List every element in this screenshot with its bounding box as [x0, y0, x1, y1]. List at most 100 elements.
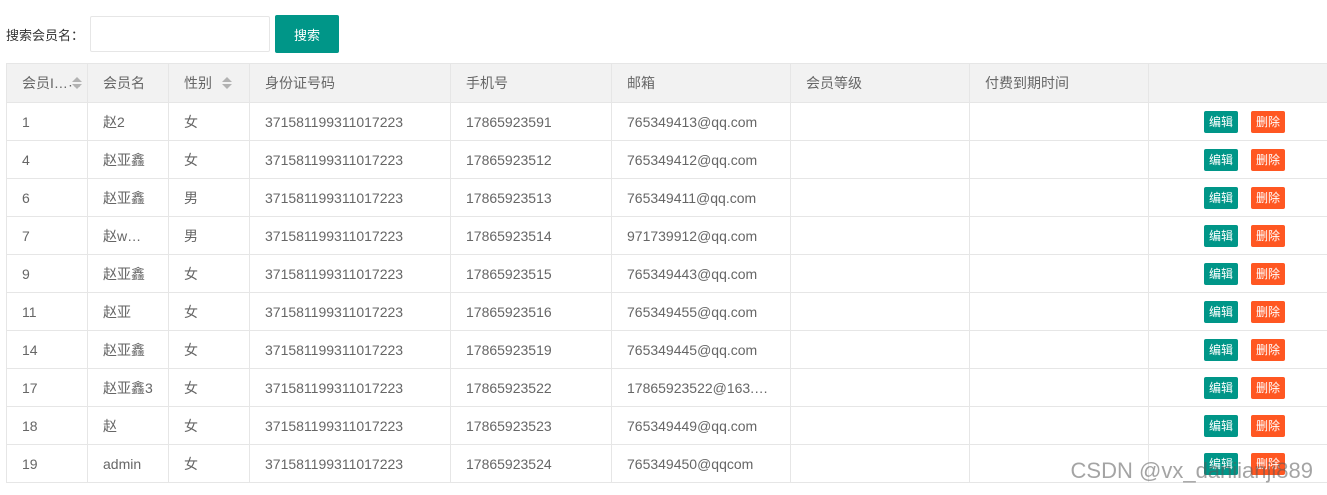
- column-header-email: 邮箱: [611, 63, 791, 103]
- edit-button[interactable]: 编辑: [1204, 110, 1239, 133]
- table-row: 14 赵亚鑫女 371581199311017223 17865923519 76534…: [6, 330, 1327, 369]
- cell-actions: 编辑 删除: [1148, 292, 1327, 331]
- cell-email: 765349450@qqcom: [611, 444, 791, 483]
- delete-button[interactable]: 删除: [1251, 414, 1286, 437]
- column-header-label: 身份证号码: [265, 75, 335, 91]
- delete-button[interactable]: 删除: [1251, 110, 1286, 133]
- edit-button[interactable]: 编辑: [1204, 148, 1239, 171]
- cell-actions: 编辑 删除: [1148, 102, 1327, 141]
- cell-phone: 17865923516: [450, 292, 612, 331]
- column-header-label: 会员I…: [22, 75, 68, 91]
- table-row: 19 admin 女 371581199311017223 17865923524 765…: [6, 444, 1327, 483]
- cell-phone: 17865923591: [450, 102, 612, 141]
- edit-button[interactable]: 编辑: [1204, 262, 1239, 285]
- cell-actions: 编辑 删除: [1148, 178, 1327, 217]
- cell-gender: 女: [168, 140, 250, 179]
- cell-id: 18: [6, 406, 88, 445]
- cell-gender: 女: [168, 368, 250, 407]
- cell-actions: 编辑 删除: [1148, 368, 1327, 407]
- row-actions: 编辑 删除: [1164, 262, 1286, 285]
- cell-id: 19: [6, 444, 88, 483]
- cell-id: 17: [6, 368, 88, 407]
- cell-email: 765349443@qq.com: [611, 254, 791, 293]
- cell-level: [790, 254, 970, 293]
- column-header-name: 会员名: [87, 63, 169, 103]
- delete-button[interactable]: 删除: [1251, 224, 1286, 247]
- cell-gender: 女: [168, 254, 250, 293]
- column-header-label: 邮箱: [627, 75, 655, 91]
- edit-button[interactable]: 编辑: [1204, 338, 1239, 361]
- cell-phone: 17865923514: [450, 216, 612, 255]
- table-row: 11 赵亚女 371581199311017223 17865923516 765349…: [6, 292, 1327, 331]
- cell-id: 6: [6, 178, 88, 217]
- edit-button[interactable]: 编辑: [1204, 300, 1239, 323]
- search-button[interactable]: 搜索: [275, 15, 340, 53]
- edit-button[interactable]: 编辑: [1204, 414, 1239, 437]
- cell-idcard: 371581199311017223: [249, 406, 451, 445]
- search-input[interactable]: [90, 16, 271, 52]
- row-actions: 编辑 删除: [1164, 224, 1286, 247]
- row-actions: 编辑 删除: [1164, 376, 1286, 399]
- cell-email: 765349411@qq.com: [611, 178, 791, 217]
- edit-button[interactable]: 编辑: [1204, 224, 1239, 247]
- cell-expire: [969, 444, 1149, 483]
- column-header-label: 会员名: [103, 75, 145, 91]
- cell-email: 17865923522@163.…: [611, 368, 791, 407]
- table-row: 1 赵2 女 371581199311017223 17865923591 7653494…: [6, 102, 1327, 141]
- column-header-actions: [1148, 63, 1327, 103]
- cell-level: [790, 292, 970, 331]
- cell-level: [790, 178, 970, 217]
- cell-gender: 女: [168, 330, 250, 369]
- cell-phone: 17865923523: [450, 406, 612, 445]
- delete-button[interactable]: 删除: [1251, 186, 1286, 209]
- sort-icon[interactable]: [222, 77, 232, 89]
- delete-button[interactable]: 删除: [1251, 452, 1286, 475]
- column-header-label: 付费到期时间: [985, 75, 1069, 91]
- delete-button[interactable]: 删除: [1251, 148, 1286, 171]
- cell-level: [790, 406, 970, 445]
- cell-expire: [969, 178, 1149, 217]
- member-table: 会员I… 会员名 性别 身份证号码 手机号 邮箱 会员等级 付费到期时间 1 赵2…: [6, 63, 1327, 483]
- column-header-label: 手机号: [466, 75, 508, 91]
- column-header-phone: 手机号: [450, 63, 612, 103]
- row-actions: 编辑 删除: [1164, 452, 1286, 475]
- cell-name: 赵亚鑫3: [87, 368, 169, 407]
- cell-id: 11: [6, 292, 88, 331]
- cell-actions: 编辑 删除: [1148, 330, 1327, 369]
- edit-button[interactable]: 编辑: [1204, 376, 1239, 399]
- column-header-id[interactable]: 会员I…: [6, 63, 88, 103]
- cell-idcard: 371581199311017223: [249, 254, 451, 293]
- cell-idcard: 371581199311017223: [249, 444, 451, 483]
- delete-button[interactable]: 删除: [1251, 376, 1286, 399]
- cell-idcard: 371581199311017223: [249, 140, 451, 179]
- cell-name: 赵: [87, 406, 169, 445]
- cell-email: 765349445@qq.com: [611, 330, 791, 369]
- edit-button[interactable]: 编辑: [1204, 452, 1239, 475]
- cell-name: 赵亚鑫: [87, 254, 169, 293]
- column-header-idcard: 身份证号码: [249, 63, 451, 103]
- cell-id: 9: [6, 254, 88, 293]
- row-actions: 编辑 删除: [1164, 186, 1286, 209]
- cell-gender: 女: [168, 444, 250, 483]
- cell-id: 7: [6, 216, 88, 255]
- cell-name: 赵亚: [87, 292, 169, 331]
- row-actions: 编辑 删除: [1164, 148, 1286, 171]
- cell-phone: 17865923519: [450, 330, 612, 369]
- cell-phone: 17865923515: [450, 254, 612, 293]
- cell-gender: 女: [168, 102, 250, 141]
- delete-button[interactable]: 删除: [1251, 300, 1286, 323]
- column-header-label: 会员等级: [806, 75, 862, 91]
- cell-name: 赵亚鑫: [87, 140, 169, 179]
- cell-expire: [969, 406, 1149, 445]
- cell-gender: 女: [168, 406, 250, 445]
- column-header-expire: 付费到期时间: [969, 63, 1149, 103]
- cell-name: 赵2: [87, 102, 169, 141]
- cell-email: 971739912@qq.com: [611, 216, 791, 255]
- cell-name: 赵亚鑫: [87, 178, 169, 217]
- delete-button[interactable]: 删除: [1251, 338, 1286, 361]
- table-body: 1 赵2 女 371581199311017223 17865923591 7653494…: [6, 102, 1327, 483]
- row-actions: 编辑 删除: [1164, 338, 1286, 361]
- column-header-gender[interactable]: 性别: [168, 63, 250, 103]
- edit-button[interactable]: 编辑: [1204, 186, 1239, 209]
- delete-button[interactable]: 删除: [1251, 262, 1286, 285]
